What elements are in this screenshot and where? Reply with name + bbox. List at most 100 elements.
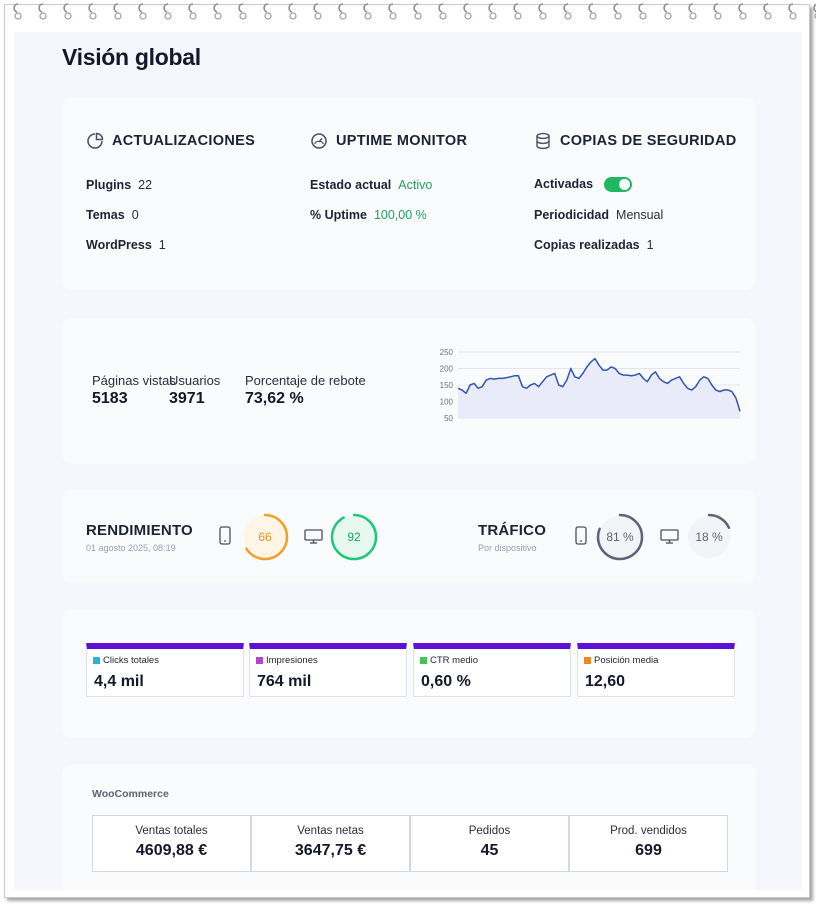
binding-ring <box>163 3 172 20</box>
binding-ring <box>288 3 297 20</box>
mobile-icon <box>575 526 587 545</box>
wordpress-label: WordPress <box>86 238 152 252</box>
users-label: Usuarios <box>169 373 221 388</box>
updates-themes-row: Temas 0 <box>86 208 139 222</box>
woo-total-sales-value: 4609,88 € <box>135 842 208 859</box>
updates-header: ACTUALIZACIONES <box>86 132 255 150</box>
woo-orders-label: Pedidos <box>468 825 511 837</box>
plugins-label: Plugins <box>86 178 132 192</box>
binding-ring <box>613 3 622 20</box>
status-label: Estado actual <box>310 178 392 192</box>
kpi-ctr: CTR medio 0,60 % <box>413 643 571 697</box>
backups-enabled-toggle[interactable] <box>604 177 633 193</box>
traffic-mobile-share: 81 % <box>606 530 634 544</box>
binding-ring <box>588 3 597 20</box>
themes-value: 0 <box>131 208 139 222</box>
users-metric: Usuarios 3971 <box>169 373 220 408</box>
status-value: Activo <box>398 178 433 192</box>
binding-ring <box>63 3 72 20</box>
woo-net-sales: Ventas netas 3647,75 € <box>251 815 410 872</box>
binding-ring <box>463 3 472 20</box>
uptime-percent-row: % Uptime 100,00 % <box>310 208 427 222</box>
kpi-clicks-value: 4,4 mil <box>94 673 144 690</box>
uptime-header: UPTIME MONITOR <box>310 132 467 150</box>
woo-total-sales-label: Ventas totales <box>135 825 208 837</box>
binding-ring <box>138 3 147 20</box>
binding-ring <box>763 3 772 20</box>
kpi-position: Posición media 12,60 <box>577 643 735 697</box>
spiral-binding <box>0 0 816 32</box>
binding-ring <box>213 3 222 20</box>
y-tick-label: 250 <box>440 348 454 357</box>
page-title: Visión global <box>62 44 201 70</box>
database-icon <box>536 132 550 150</box>
woo-products-sold-value: 699 <box>635 842 662 859</box>
y-tick-label: 150 <box>440 381 454 390</box>
page-views-label: Páginas vistas <box>92 373 176 388</box>
performance-date: 01 agosto 2025, 08:19 <box>86 543 176 553</box>
y-tick-label: 50 <box>444 414 453 423</box>
uptime-status-row: Estado actual Activo <box>310 178 432 192</box>
binding-ring <box>788 3 797 20</box>
backups-enabled-row: Activadas <box>534 177 633 193</box>
chart-area-fill <box>458 358 740 418</box>
impressions-legend-swatch <box>256 657 263 664</box>
kpi-clicks-label: Clicks totales <box>103 655 159 666</box>
binding-ring <box>238 3 247 20</box>
backups-count-label: Copias realizadas <box>534 238 640 252</box>
binding-ring <box>563 3 572 20</box>
plugins-value: 22 <box>138 178 153 192</box>
traffic-chart: 250 200 150 100 50 <box>440 348 741 423</box>
binding-ring <box>413 3 422 20</box>
desktop-icon <box>304 529 323 544</box>
backups-title: COPIAS DE SEGURIDAD <box>560 133 737 149</box>
binding-ring <box>88 3 97 20</box>
kpi-impressions-label: Impresiones <box>266 655 318 666</box>
binding-ring <box>488 3 497 20</box>
performance-card: RENDIMIENTO 01 agosto 2025, 08:19 66 92 … <box>62 490 756 583</box>
summary-card: ACTUALIZACIONES Plugins 22 Temas 0 WordPre… <box>62 98 756 290</box>
kpi-position-value: 12,60 <box>585 673 626 690</box>
uptime-percent-label: % Uptime <box>310 208 367 222</box>
kpi-position-label: Posición media <box>594 655 659 666</box>
binding-ring <box>438 3 447 20</box>
frequency-label: Periodicidad <box>534 208 610 222</box>
bounce-label: Porcentaje de rebote <box>245 373 366 388</box>
kpi-clicks-label-wrap: Clicks totales <box>93 655 159 666</box>
page-views-value: 5183 <box>92 390 128 407</box>
backups-frequency-row: Periodicidad Mensual <box>534 208 663 222</box>
woo-net-sales-label: Ventas netas <box>297 825 364 837</box>
woo-total-sales: Ventas totales 4609,88 € <box>92 815 251 872</box>
desktop-icon <box>660 529 679 544</box>
ctr-legend-swatch <box>420 657 427 664</box>
binding-ring <box>38 3 47 20</box>
bounce-metric: Porcentaje de rebote 73,62 % <box>245 373 366 408</box>
backups-header: COPIAS DE SEGURIDAD <box>534 132 737 150</box>
kpi-impressions-value: 764 mil <box>257 673 312 690</box>
uptime-title: UPTIME MONITOR <box>336 133 468 149</box>
wordpress-value: 1 <box>158 238 166 252</box>
search-kpi-card: Clicks totales 4,4 mil Impresiones 764 m… <box>62 610 756 738</box>
woo-orders: Pedidos 45 <box>410 815 569 872</box>
performance-mobile-score: 66 <box>258 530 272 544</box>
enabled-label: Activadas <box>534 177 594 191</box>
traffic-title: TRÁFICO <box>478 522 547 539</box>
binding-ring <box>388 3 397 20</box>
kpi-ctr-label: CTR medio <box>430 655 479 666</box>
uptime-percent-value: 100,00 % <box>373 208 427 222</box>
binding-ring <box>188 3 197 20</box>
y-tick-label: 100 <box>440 398 454 407</box>
clicks-legend-swatch <box>93 657 100 664</box>
backups-count-value: 1 <box>646 238 654 252</box>
backups-count-row: Copias realizadas 1 <box>534 238 654 252</box>
binding-ring <box>513 3 522 20</box>
woo-products-sold: Prod. vendidos 699 <box>569 815 728 872</box>
performance-title: RENDIMIENTO <box>86 522 193 539</box>
binding-ring <box>713 3 722 20</box>
woo-net-sales-value: 3647,75 € <box>294 842 367 859</box>
updates-title: ACTUALIZACIONES <box>112 133 256 149</box>
binding-ring <box>313 3 322 20</box>
kpi-impressions: Impresiones 764 mil <box>249 643 407 697</box>
dashboard: Visión global ACTUALIZACIONES Plugins 22 … <box>14 32 802 890</box>
y-tick-label: 200 <box>440 365 454 374</box>
